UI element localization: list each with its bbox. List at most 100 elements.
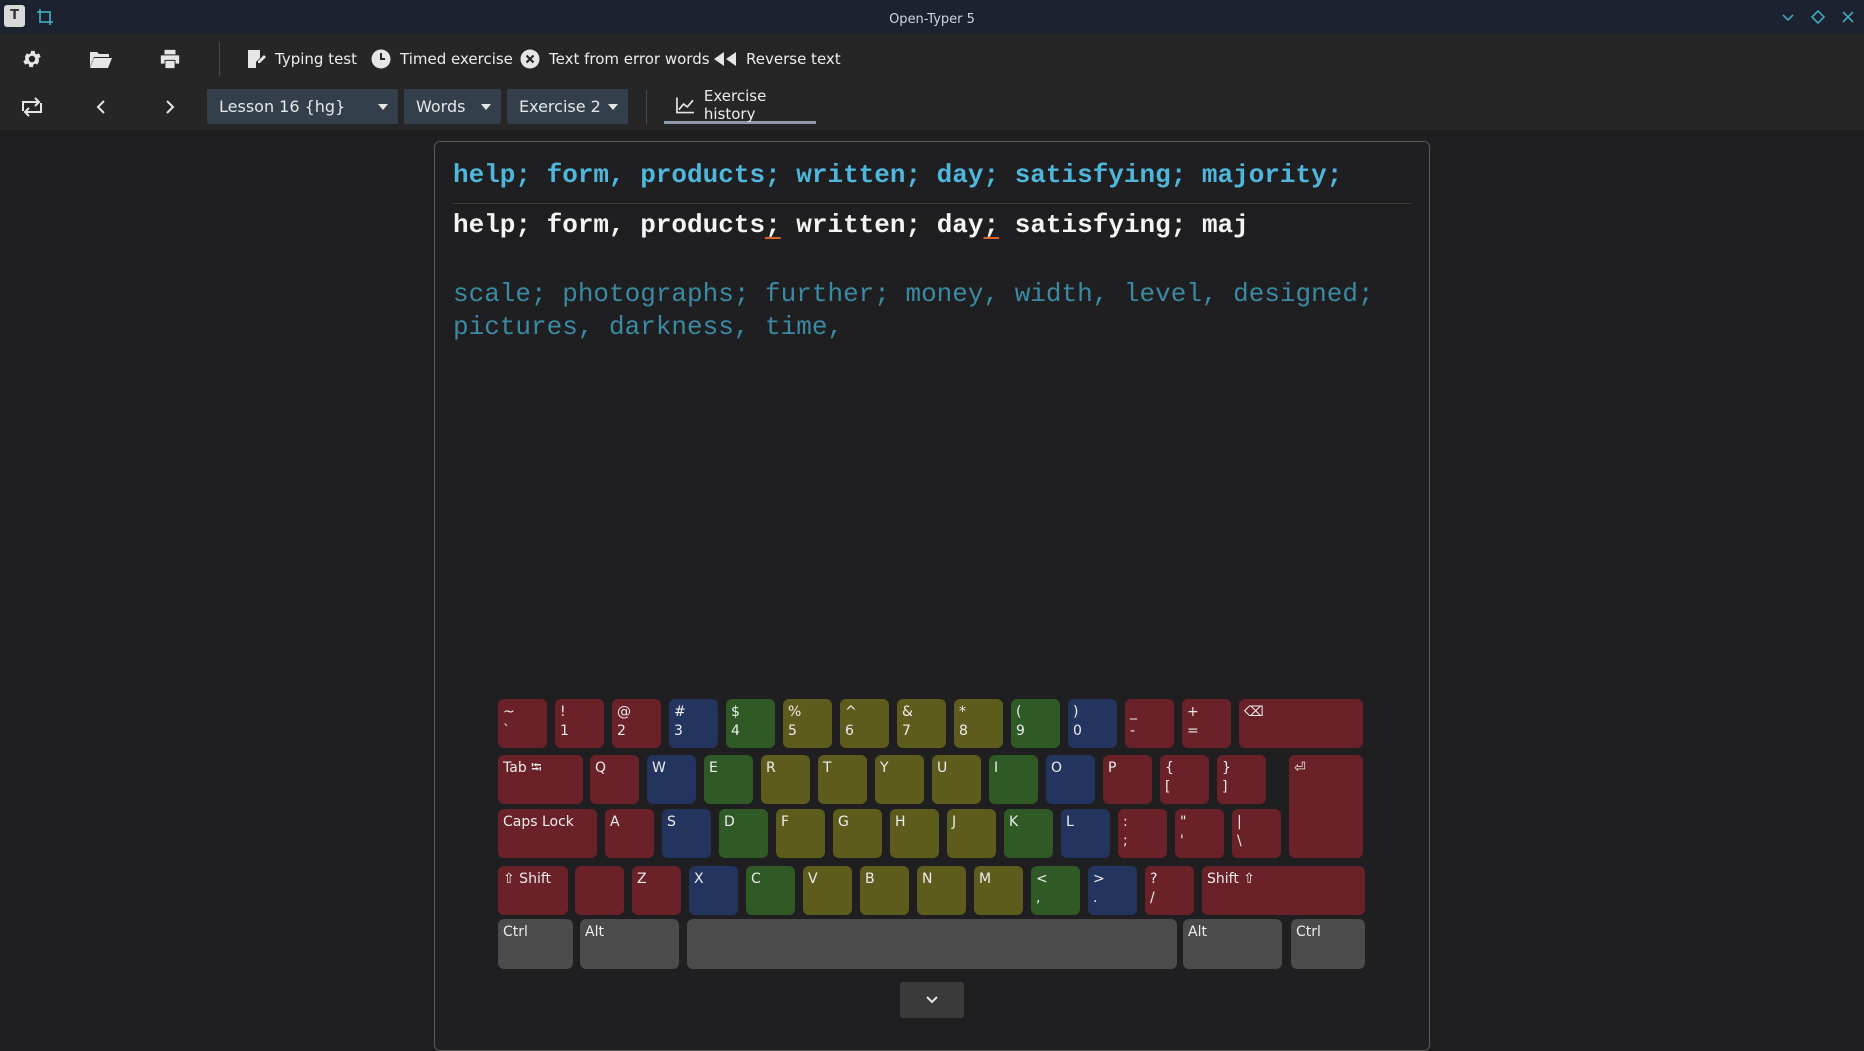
key-label-top: : <box>1123 814 1128 830</box>
timed-exercise-button[interactable]: Timed exercise <box>371 43 513 75</box>
key-label-bottom: 9 <box>1016 723 1025 739</box>
key-label-top: R <box>766 760 776 776</box>
lesson-dropdown-value: Lesson 16 {hg} <box>219 97 346 116</box>
key-ctrl: Ctrl <box>498 919 573 969</box>
open-button[interactable] <box>86 44 116 74</box>
key-label-bottom: 6 <box>845 723 854 739</box>
reverse-text-button[interactable]: Reverse text <box>713 43 841 75</box>
key-symbol: $4 <box>726 699 775 748</box>
key-shift: ⇧ Shift <box>498 866 568 915</box>
folder-open-icon <box>90 52 112 68</box>
key-w: W <box>647 755 696 804</box>
key-symbol: (9 <box>1011 699 1060 748</box>
exercise-dropdown[interactable]: Exercise 2 <box>507 89 628 124</box>
typing-error-char: ; <box>983 210 1000 240</box>
key-label-top: Z <box>637 871 647 887</box>
rewind-icon <box>714 52 736 66</box>
key-symbol: * 8 <box>954 699 1003 748</box>
settings-button[interactable] <box>17 44 47 74</box>
key-symbol: :; <box>1118 809 1167 858</box>
key-label-top: U <box>937 760 948 776</box>
chevron-right-icon <box>166 100 175 114</box>
key-space <box>687 919 1177 969</box>
timed-exercise-label: Timed exercise <box>400 50 513 68</box>
key-label-top: ) <box>1073 704 1079 720</box>
key-q: Q <box>590 755 639 804</box>
key-c: C <box>746 866 795 915</box>
key-label-bottom: ' <box>1180 833 1184 849</box>
lesson-dropdown[interactable]: Lesson 16 {hg} <box>207 89 398 124</box>
key-u: U <box>932 755 981 804</box>
close-icon[interactable] <box>1838 7 1858 27</box>
key-p: P <box>1103 755 1152 804</box>
key-label-top: Tab ⭾ <box>503 760 542 776</box>
key-label-top: + <box>1187 704 1199 720</box>
title-bar: T Open-Typer 5 <box>0 0 1864 34</box>
previous-button[interactable] <box>86 92 116 122</box>
key-label-top: ! <box>560 704 566 720</box>
reverse-text-label: Reverse text <box>746 50 841 68</box>
typed-segment: written; day <box>780 210 984 240</box>
key-symbol: ^ 6 <box>840 699 889 748</box>
key-label-top: Y <box>880 760 889 776</box>
key-label-top: ( <box>1016 704 1022 720</box>
key-label-bottom: / <box>1150 890 1155 906</box>
key-label-bottom: 8 <box>959 723 968 739</box>
key-d: D <box>719 809 768 858</box>
exercise-history-label: Exercise history <box>703 87 767 123</box>
error-words-button[interactable]: Text from error words <box>520 43 710 75</box>
key-label-bottom: ` <box>503 723 510 739</box>
error-circle-icon <box>520 49 540 69</box>
key-label-top: H <box>895 814 906 830</box>
mode-dropdown[interactable]: Words <box>404 89 501 124</box>
repeat-button[interactable] <box>17 92 47 122</box>
target-text-line: help; form, products; written; day; sati… <box>453 160 1343 190</box>
key-label-bottom: 4 <box>731 723 740 739</box>
divider <box>453 203 1411 204</box>
key-z: Z <box>632 866 681 915</box>
key-label-top: ⇧ Shift <box>503 871 552 887</box>
key-symbol: {[ <box>1160 755 1209 804</box>
upcoming-text-line: pictures, darkness, time, <box>453 312 844 342</box>
mode-dropdown-value: Words <box>416 97 466 116</box>
clock-icon <box>371 49 391 69</box>
key-k: K <box>1004 809 1053 858</box>
key-symbol: #3 <box>669 699 718 748</box>
key-x: X <box>689 866 738 915</box>
exercise-history-button[interactable]: Exercise history <box>664 87 816 124</box>
key-label-top: E <box>709 760 718 776</box>
key-y: Y <box>875 755 924 804</box>
key-h: H <box>890 809 939 858</box>
key-label-top: { <box>1165 760 1174 776</box>
key-symbol: ~ ` <box>498 699 547 748</box>
key-label-top: Q <box>595 760 607 776</box>
upcoming-text-line: scale; photographs; further; money, widt… <box>453 279 1374 309</box>
key-v: V <box>803 866 852 915</box>
maximize-icon[interactable] <box>1808 7 1828 27</box>
key-label-top: S <box>667 814 676 830</box>
hide-keyboard-button[interactable] <box>900 982 964 1018</box>
key-f: F <box>776 809 825 858</box>
key-alt: Alt <box>580 919 679 969</box>
next-button[interactable] <box>155 92 185 122</box>
key-label-bottom: - <box>1130 723 1136 739</box>
key-m: M <box>974 866 1023 915</box>
key-r: R <box>761 755 810 804</box>
typed-text-line[interactable]: help; form, products; written; day; sati… <box>453 210 1249 240</box>
key-symbol: ) 0 <box>1068 699 1117 748</box>
key-label-top: B <box>865 871 875 887</box>
key-label-top: V <box>808 871 818 887</box>
exercise-toolbar: Lesson 16 {hg} Words Exercise 2 Exercise… <box>0 84 1864 130</box>
key-symbol <box>575 866 624 915</box>
minimize-icon[interactable] <box>1778 7 1798 27</box>
typing-test-button[interactable]: Typing test <box>246 43 357 75</box>
key-label-bottom: 7 <box>902 723 911 739</box>
key-label-top: P <box>1108 760 1117 776</box>
key-label-top: F <box>781 814 790 830</box>
key-label-bottom: . <box>1093 890 1098 906</box>
key-label-top: | <box>1237 814 1242 830</box>
print-button[interactable] <box>155 44 185 74</box>
key-symbol: + = <box>1182 699 1231 748</box>
key-label-top: % <box>788 704 802 720</box>
document-icon <box>248 50 266 68</box>
